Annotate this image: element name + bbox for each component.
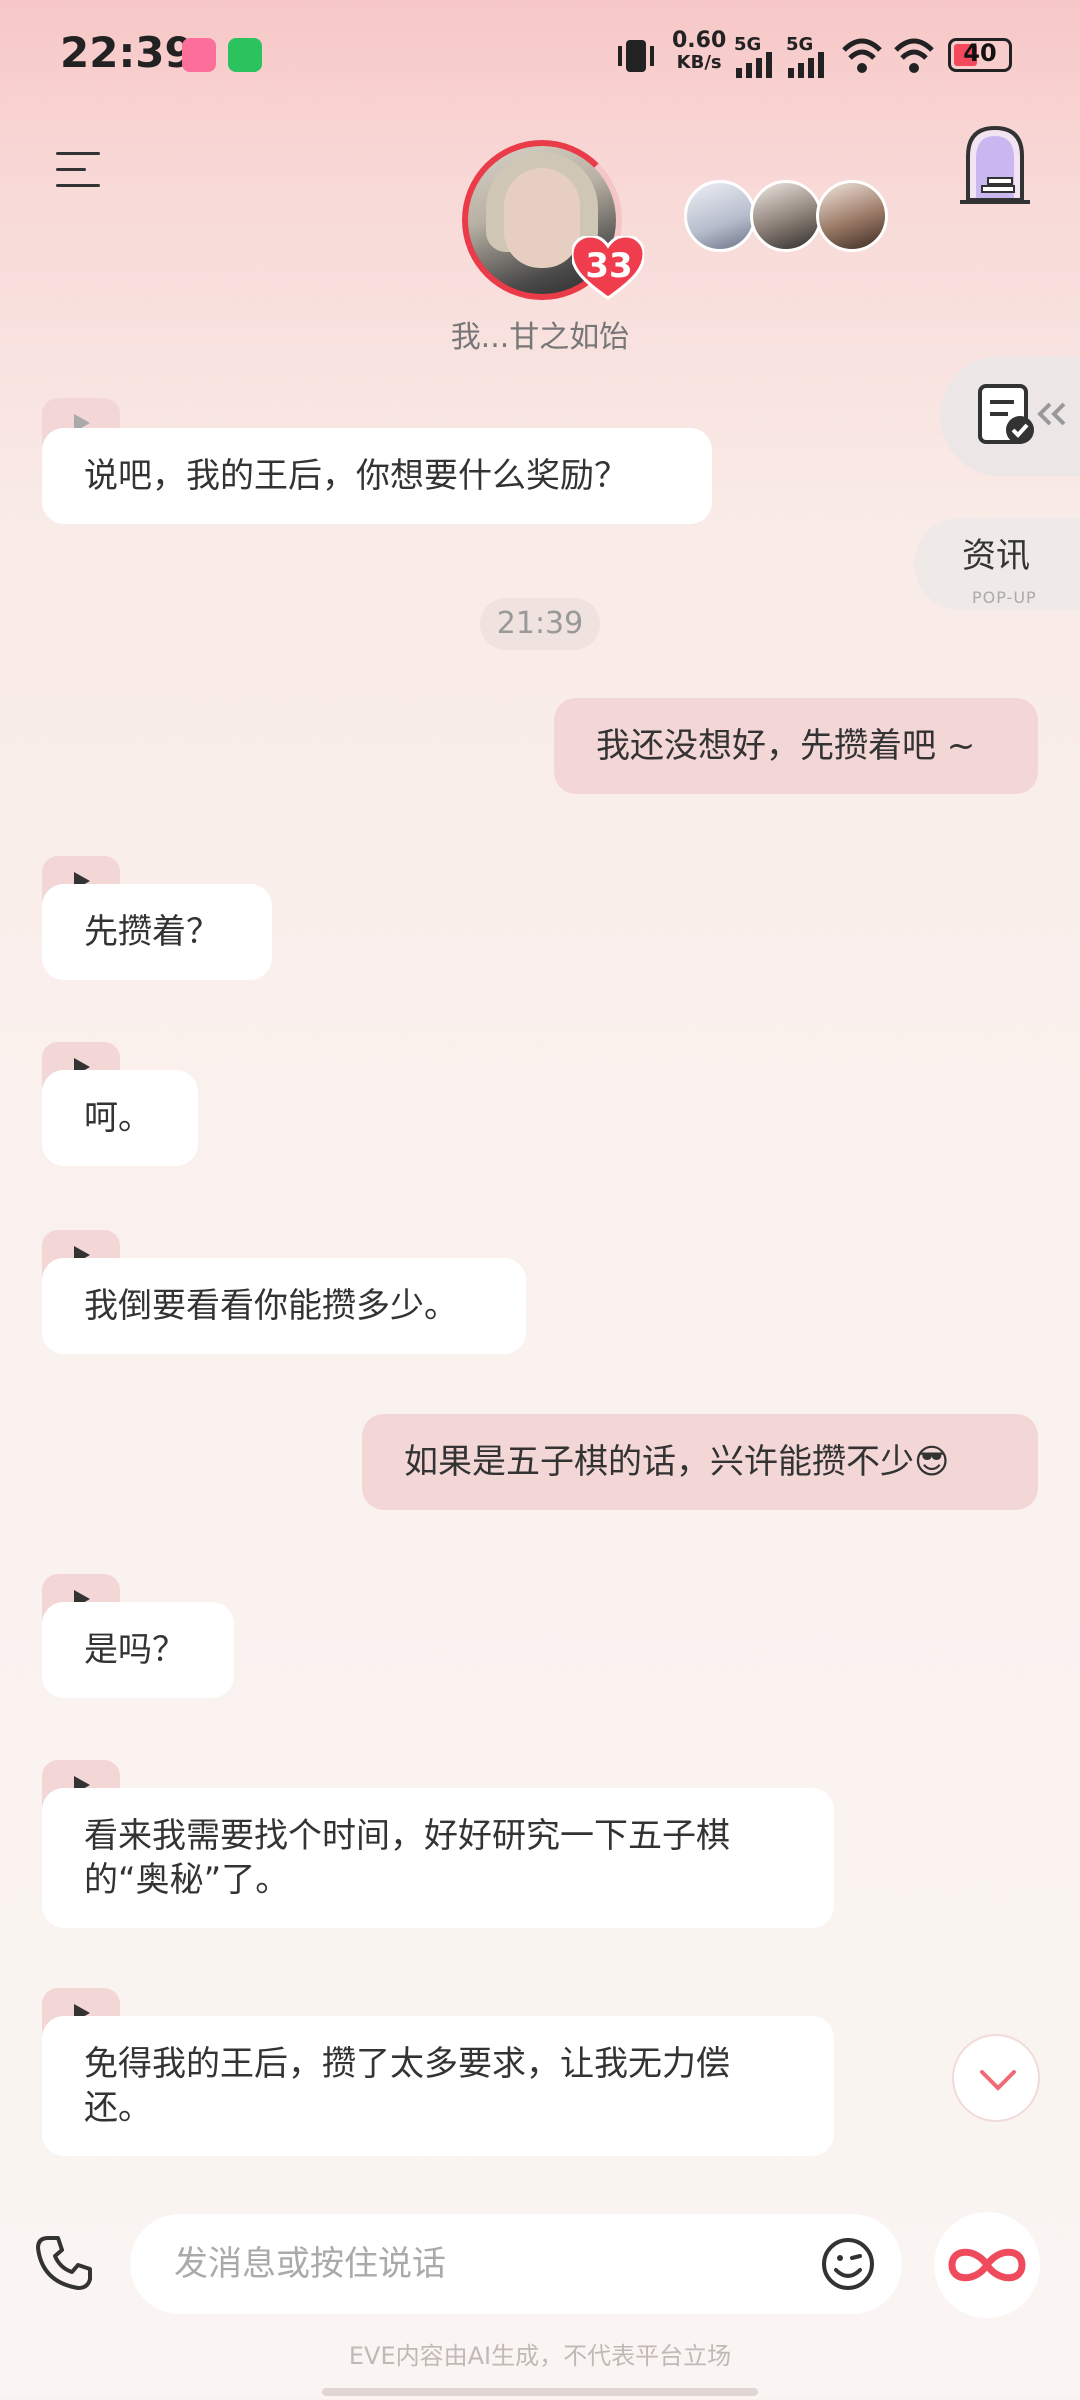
network-speed: 0.60 [672,28,727,53]
user-message[interactable]: 我还没想好，先攒着吧 ~ [554,698,1038,794]
wifi-icon [840,36,884,76]
news-label: 资讯 [962,536,1030,576]
bot-message[interactable]: 看来我需要找个时间，好好研究一下五子棋的“奥秘”了。 [42,1788,834,1928]
wifi-icon [892,36,936,76]
bot-message[interactable]: 呵。 [42,1070,198,1166]
network-unit: KB/s [676,52,722,73]
character-avatar-2[interactable] [684,180,756,252]
user-message[interactable]: 如果是五子棋的话，兴许能攒不少😎 [362,1414,1038,1510]
signal-5g-icon: 5G [786,34,830,78]
signal-5g-icon: 5G [734,34,778,78]
call-button[interactable] [34,2232,94,2292]
bot-message[interactable]: 是吗？ [42,1602,234,1698]
bot-message[interactable]: 说吧，我的王后，你想要什么奖励？ [42,428,712,524]
infinity-icon [948,2248,1026,2282]
emoji-button[interactable] [820,2236,876,2292]
status-time: 22:39 [60,28,194,77]
task-clipboard-icon [978,384,1066,444]
message-input[interactable]: 发消息或按住说话 [130,2214,902,2314]
news-sublabel: POP-UP [972,588,1037,607]
scroll-to-bottom-button[interactable] [952,2034,1040,2122]
task-side-button[interactable] [940,356,1080,476]
battery-level: 40 [963,39,997,67]
menu-icon [56,152,100,155]
wechat-app-icon [228,38,262,72]
bot-message[interactable]: 免得我的王后，攒了太多要求，让我无力偿还。 [42,2016,834,2156]
character-avatar-3[interactable] [750,180,822,252]
affinity-level: 33 [585,246,633,286]
ai-disclaimer: EVE内容由AI生成，不代表平台立场 [348,2342,732,2370]
bot-message[interactable]: 我倒要看看你能攒多少。 [42,1258,526,1354]
phone-icon [36,2236,92,2290]
portal-door-button[interactable] [958,124,1032,204]
bilibili-app-icon [182,38,216,72]
news-side-button[interactable]: 资讯 POP-UP [914,518,1080,610]
bot-message[interactable]: 先攒着？ [42,884,272,980]
message-input-placeholder: 发消息或按住说话 [174,2244,446,2284]
menu-button[interactable] [56,150,102,190]
emoji-icon [822,2238,874,2290]
home-indicator[interactable] [322,2388,758,2396]
character-avatar-4[interactable] [816,180,888,252]
chevron-down-icon [980,2070,1016,2091]
vibrate-icon [614,36,658,76]
character-name[interactable]: 我...甘之如饴 [390,312,690,356]
door-icon [960,125,1030,204]
chat-timestamp: 21:39 [480,598,600,650]
battery-icon: 40 [948,38,1012,72]
infinite-mode-button[interactable] [934,2212,1040,2318]
